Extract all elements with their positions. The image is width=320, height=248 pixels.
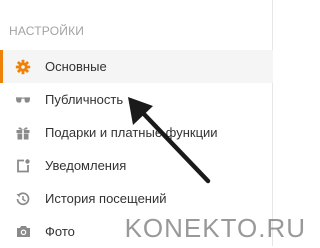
menu-item-publicity[interactable]: Публичность: [0, 83, 273, 116]
menu-item-notifications[interactable]: Уведомления: [0, 149, 273, 182]
camera-icon: [15, 224, 31, 240]
notification-icon: [15, 158, 31, 174]
gift-icon: [15, 125, 31, 141]
history-icon: [15, 191, 31, 207]
watermark: KONEKTO.RU: [125, 213, 306, 244]
menu-label-publicity: Публичность: [45, 92, 123, 107]
menu-label-gifts: Подарки и платные функции: [45, 125, 218, 140]
menu-label-notifications: Уведомления: [45, 158, 126, 173]
gear-icon: [15, 59, 31, 75]
menu-label-basic: Основные: [45, 59, 107, 74]
menu-item-history[interactable]: История посещений: [0, 182, 273, 215]
sunglasses-icon: [15, 92, 31, 108]
settings-sidebar: НАСТРОЙКИ: [0, 0, 273, 246]
menu-item-basic[interactable]: Основные: [0, 50, 273, 83]
menu-label-history: История посещений: [45, 191, 167, 206]
menu-label-photo: Фото: [45, 224, 75, 239]
section-title: НАСТРОЙКИ: [9, 24, 84, 38]
menu-item-gifts[interactable]: Подарки и платные функции: [0, 116, 273, 149]
